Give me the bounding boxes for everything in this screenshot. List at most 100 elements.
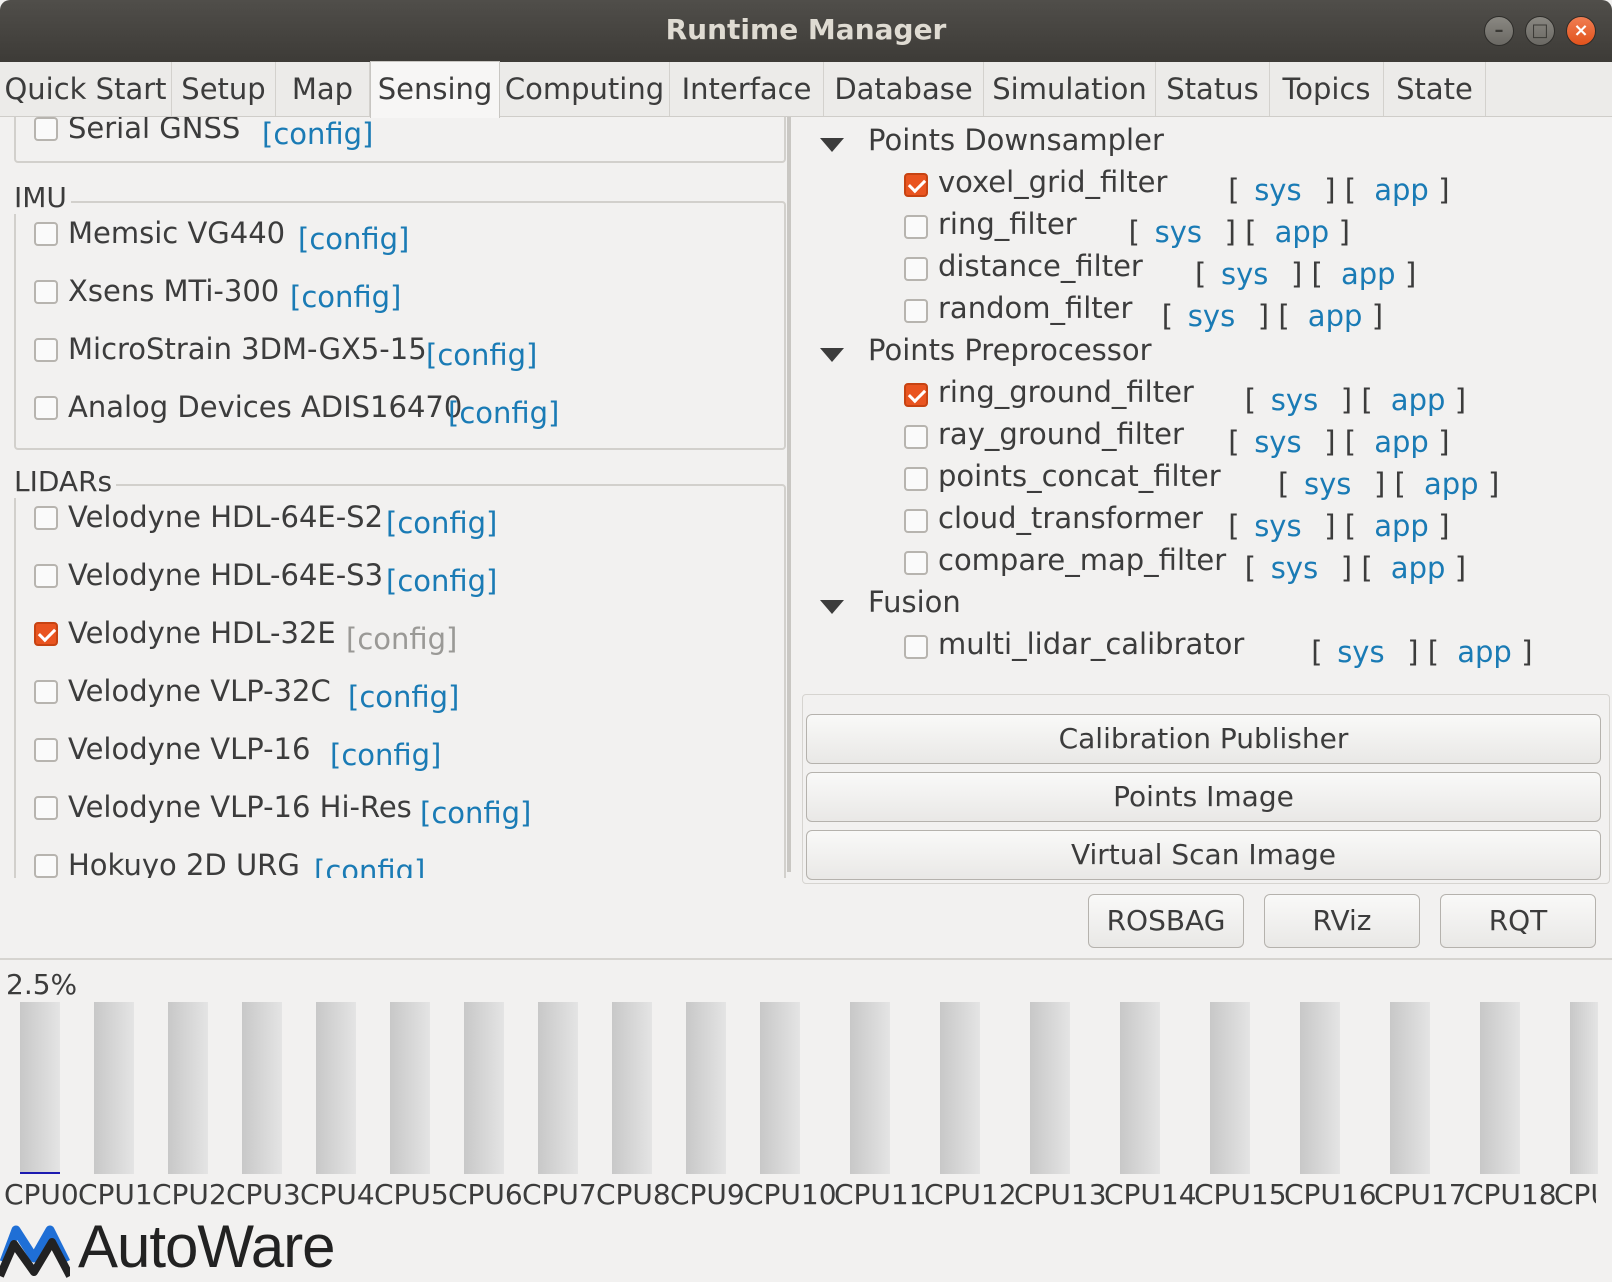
autoware-logo: AutoWare <box>0 1213 370 1280</box>
filter-checkbox[interactable] <box>904 467 928 491</box>
imu-checkbox[interactable] <box>34 280 58 304</box>
rosbag-button[interactable]: ROSBAG <box>1088 894 1244 948</box>
app-link[interactable]: app <box>1391 383 1446 417</box>
tab-computing[interactable]: Computing <box>500 62 670 116</box>
tab-topics[interactable]: Topics <box>1270 62 1384 116</box>
cpu-label: CPU11 <box>834 1178 927 1211</box>
lidar-config-link[interactable]: [config] <box>330 738 441 772</box>
imu-checkbox[interactable] <box>34 396 58 420</box>
cpu-label: CPU2 <box>152 1178 227 1211</box>
tab-status[interactable]: Status <box>1156 62 1270 116</box>
tab-quick-start[interactable]: Quick Start <box>0 62 172 116</box>
imu-config-link[interactable]: [config] <box>298 222 409 256</box>
cpu-label: CPU3 <box>226 1178 301 1211</box>
cpu-label: CPU13 <box>1014 1178 1107 1211</box>
filter-checkbox[interactable] <box>904 383 928 407</box>
autoware-logo-icon <box>0 1225 74 1278</box>
left-scrollbar[interactable] <box>787 117 791 872</box>
tab-simulation[interactable]: Simulation <box>984 62 1156 116</box>
cpu-label: CPU0 <box>4 1178 79 1211</box>
bracket: ] [ <box>1407 635 1440 669</box>
tab-sensing[interactable]: Sensing <box>370 61 500 118</box>
rqt-button[interactable]: RQT <box>1440 894 1596 948</box>
filter-checkbox[interactable] <box>904 635 928 659</box>
app-link[interactable]: app <box>1275 215 1330 249</box>
maximize-icon[interactable]: □ <box>1525 16 1555 46</box>
expand-triangle-icon[interactable] <box>820 600 844 614</box>
lidar-config-link[interactable]: [config] <box>420 796 531 830</box>
cpu-label: CPU6 <box>448 1178 523 1211</box>
gnss-config-link[interactable]: [config] <box>262 117 373 151</box>
filter-checkbox[interactable] <box>904 215 928 239</box>
lidar-config-link[interactable]: [config] <box>386 506 497 540</box>
cpu-bar <box>538 1002 578 1174</box>
app-link[interactable]: app <box>1374 425 1429 459</box>
filter-checkbox[interactable] <box>904 257 928 281</box>
app-link[interactable]: app <box>1341 257 1396 291</box>
filter-label: voxel_grid_filter <box>938 165 1168 199</box>
imu-config-link[interactable]: [config] <box>448 396 559 430</box>
sensors-pane[interactable]: Serial GNSS [config] IMU Memsic VG440 [co… <box>0 117 796 878</box>
app-link[interactable]: app <box>1374 509 1429 543</box>
sys-link[interactable]: sys <box>1271 383 1318 417</box>
cpu-label: CPU16 <box>1284 1178 1377 1211</box>
filter-checkbox[interactable] <box>904 509 928 533</box>
tab-state[interactable]: State <box>1384 62 1486 116</box>
sys-link[interactable]: sys <box>1304 467 1351 501</box>
lidar-checkbox[interactable] <box>34 680 58 704</box>
tab-database[interactable]: Database <box>824 62 984 116</box>
expand-triangle-icon[interactable] <box>820 348 844 362</box>
expand-triangle-icon[interactable] <box>820 138 844 152</box>
sys-link[interactable]: sys <box>1155 215 1202 249</box>
tab-map[interactable]: Map <box>276 62 370 116</box>
imu-checkbox[interactable] <box>34 338 58 362</box>
lidar-checkbox[interactable] <box>34 622 58 646</box>
lidar-checkbox[interactable] <box>34 506 58 530</box>
filter-checkbox[interactable] <box>904 299 928 323</box>
tab-interface[interactable]: Interface <box>670 62 824 116</box>
gnss-label: Serial GNSS <box>68 117 241 145</box>
tab-setup[interactable]: Setup <box>172 62 276 116</box>
minimize-icon[interactable]: – <box>1484 16 1514 46</box>
filter-checkbox[interactable] <box>904 551 928 575</box>
app-link[interactable]: app <box>1308 299 1363 333</box>
cpu-usage-text: 2.5% <box>6 968 78 1001</box>
app-link[interactable]: app <box>1374 173 1429 207</box>
calibration-publisher-button[interactable]: Calibration Publisher <box>806 714 1601 764</box>
filter-checkbox[interactable] <box>904 173 928 197</box>
filter-checkbox[interactable] <box>904 425 928 449</box>
rviz-button[interactable]: RViz <box>1264 894 1420 948</box>
lidar-checkbox[interactable] <box>34 564 58 588</box>
lidar-checkbox[interactable] <box>34 738 58 762</box>
sys-link[interactable]: sys <box>1271 551 1318 585</box>
lidar-config-link[interactable]: [config] <box>314 854 425 878</box>
gnss-checkbox[interactable] <box>34 117 58 141</box>
points-image-button[interactable]: Points Image <box>806 772 1601 822</box>
imu-checkbox[interactable] <box>34 222 58 246</box>
app-link[interactable]: app <box>1424 467 1479 501</box>
bracket: ] [ <box>1324 425 1357 459</box>
filter-label: ring_ground_filter <box>938 375 1194 409</box>
imu-row: Memsic VG440 [config] <box>0 216 780 256</box>
imu-config-link[interactable]: [config] <box>426 338 537 372</box>
imu-label: Analog Devices ADIS16470 <box>68 390 463 424</box>
lidar-config-link[interactable]: [config] <box>346 622 457 656</box>
sys-link[interactable]: sys <box>1188 299 1235 333</box>
app-link[interactable]: app <box>1457 635 1512 669</box>
imu-config-link[interactable]: [config] <box>290 280 401 314</box>
sys-link[interactable]: sys <box>1254 509 1301 543</box>
sys-link[interactable]: sys <box>1254 173 1301 207</box>
close-icon[interactable]: × <box>1566 16 1596 46</box>
lidar-config-link[interactable]: [config] <box>386 564 497 598</box>
cpu-bar <box>1390 1002 1430 1174</box>
sys-link[interactable]: sys <box>1221 257 1268 291</box>
cpu-label: CPU18 <box>1464 1178 1557 1211</box>
app-link[interactable]: app <box>1391 551 1446 585</box>
lidar-config-link[interactable]: [config] <box>348 680 459 714</box>
sys-link[interactable]: sys <box>1254 425 1301 459</box>
sys-link[interactable]: sys <box>1337 635 1384 669</box>
separator <box>0 958 1612 960</box>
virtual-scan-image-button[interactable]: Virtual Scan Image <box>806 830 1601 880</box>
lidar-checkbox[interactable] <box>34 796 58 820</box>
lidar-checkbox[interactable] <box>34 854 58 878</box>
